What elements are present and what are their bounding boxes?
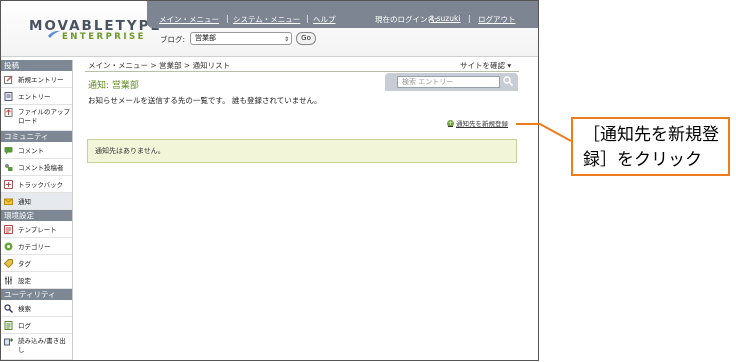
callout-line-1: ［通知先を新規登: [583, 125, 719, 145]
callout-pointer: [516, 123, 572, 142]
callout-line-2: 録］をクリック: [583, 150, 702, 170]
instruction-callout: ［通知先を新規登 録］をクリック: [571, 117, 730, 176]
